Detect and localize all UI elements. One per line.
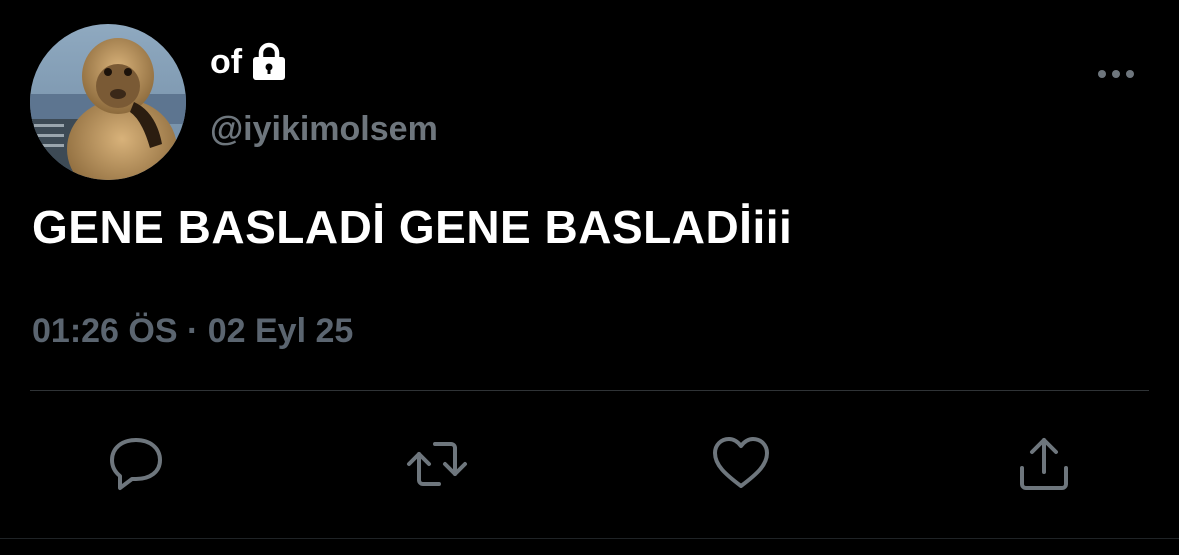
reply-icon [110,438,162,490]
more-horizontal-icon [1098,70,1134,78]
display-name-label: of [210,42,243,81]
lock-icon [250,42,288,82]
share-button[interactable] [1012,432,1076,496]
heart-icon [713,437,769,488]
more-options-button[interactable] [1090,58,1142,90]
retweet-icon [407,442,467,486]
avatar-image [30,24,186,180]
tweet-timestamp[interactable]: 01:26 ÖS · 02 Eyl 25 [32,312,353,351]
tweet-text: GENE BASLADİ GENE BASLADİiii [32,201,793,253]
display-name[interactable]: of [210,42,288,82]
avatar[interactable] [30,24,186,180]
divider [30,390,1149,391]
retweet-button[interactable] [405,432,469,496]
divider [0,538,1179,539]
like-button[interactable] [709,432,773,496]
share-icon [1020,438,1068,490]
user-handle[interactable]: @iyikimolsem [210,110,438,149]
tweet-detail: of @iyikimolsem GENE BASLADİ GENE BASLAD… [0,0,1179,555]
reply-button[interactable] [104,432,168,496]
